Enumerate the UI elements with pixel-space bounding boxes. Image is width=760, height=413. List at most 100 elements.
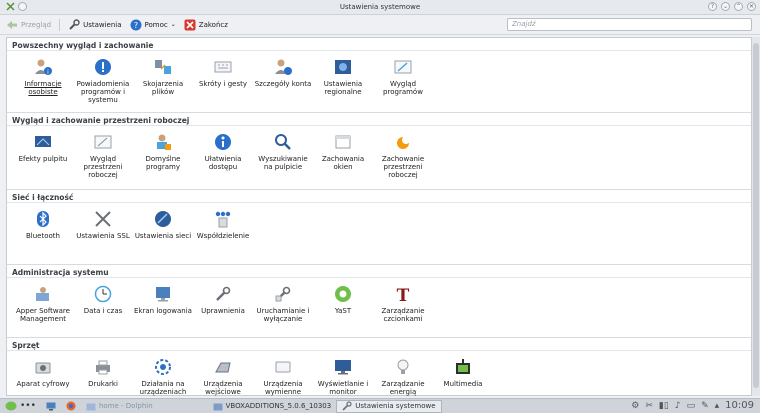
back-button[interactable]: Przegląd <box>6 20 51 30</box>
quit-button[interactable]: Zakończ <box>184 19 228 31</box>
item-multimedia[interactable]: Multimedia <box>433 352 493 388</box>
network-icon[interactable]: ⚙ <box>631 401 639 411</box>
svg-text:?: ? <box>133 21 137 30</box>
help-button[interactable]: ? Pomoc ⌄ <box>130 19 176 31</box>
font-icon: T <box>393 284 413 304</box>
item-digital-camera[interactable]: Aparat cyfrowy <box>13 352 73 388</box>
taskbar: ••• home - Dolphin VBOXADDITIONS_5.0.6_1… <box>0 398 760 413</box>
folder-icon <box>86 403 96 410</box>
item-desktop-effects[interactable]: Efekty pulpitu <box>13 127 73 163</box>
task-label: home - Dolphin <box>98 402 153 410</box>
item-window-behavior[interactable]: Zachowania okien <box>313 127 373 171</box>
item-font-management[interactable]: T Zarządzanie czcionkami <box>373 279 433 323</box>
startup-icon <box>273 284 293 304</box>
firefox-launcher[interactable] <box>61 400 81 413</box>
task-vboxadditions[interactable]: VBOXADDITIONS_5.0.6_10303 <box>208 400 337 413</box>
close-button[interactable]: ✕ <box>747 2 756 11</box>
item-label: Wygląd programów <box>383 80 423 96</box>
user-info-icon: i <box>33 57 53 77</box>
network-globe-icon <box>153 209 173 229</box>
start-menu-button[interactable]: ••• <box>0 400 41 413</box>
item-label: Drukarki <box>88 380 118 388</box>
show-desktop-button[interactable] <box>41 400 61 413</box>
toolbar: Przegląd Ustawienia ? Pomoc ⌄ Zakończ Zn… <box>0 15 760 35</box>
settings-panel: Powszechny wygląd i zachowanie i Informa… <box>6 37 752 396</box>
item-label: Data i czas <box>83 307 123 315</box>
item-device-actions[interactable]: Działania na urządzeniach <box>133 352 193 396</box>
item-regional-settings[interactable]: Ustawienia regionalne <box>313 52 373 96</box>
minimize-button[interactable]: ⌄ <box>721 2 730 11</box>
item-display-monitor[interactable]: Wyświetlanie i monitor <box>313 352 373 396</box>
maximize-button[interactable]: ⌃ <box>734 2 743 11</box>
task-system-settings[interactable]: Ustawienia systemowe <box>336 399 442 413</box>
tray-expand-icon[interactable]: ▴ <box>715 401 720 411</box>
item-label: Zachowanie przestrzeni roboczej <box>381 155 425 179</box>
pen-icon[interactable]: ✎ <box>701 401 709 411</box>
item-label: Uprawnienia <box>201 307 245 315</box>
workspace-theme-icon <box>93 132 113 152</box>
section-title: Sieć i łączność <box>7 190 751 203</box>
item-shortcuts[interactable]: Skróty i gesty <box>193 52 253 88</box>
section-general-appearance: Powszechny wygląd i zachowanie i Informa… <box>7 38 751 113</box>
section-title: Wygląd i zachowanie przestrzeni roboczej <box>7 113 751 126</box>
item-desktop-search[interactable]: Wyszukiwanie na pulpicie <box>253 127 313 171</box>
item-label: Wyświetlanie i monitor <box>317 380 369 396</box>
back-label: Przegląd <box>21 20 52 29</box>
vertical-scrollbar[interactable] <box>752 37 760 396</box>
item-power-management[interactable]: Zarządzanie energią <box>373 352 433 396</box>
item-removable-devices[interactable]: Urządzenia wymienne <box>253 352 313 396</box>
quit-icon <box>184 19 196 30</box>
settings-icon <box>342 401 352 411</box>
task-dolphin[interactable]: home - Dolphin <box>81 400 158 413</box>
item-notifications[interactable]: Powiadomienia programów i systemu <box>73 52 133 104</box>
item-startup-shutdown[interactable]: Uruchamianie i wyłączanie <box>253 279 313 323</box>
help-window-button[interactable]: ? <box>708 2 717 11</box>
multimedia-icon <box>453 357 473 377</box>
item-bluetooth[interactable]: Bluetooth <box>13 204 73 240</box>
configure-button[interactable]: Ustawienia <box>68 18 122 31</box>
quit-label: Zakończ <box>198 20 228 29</box>
device-actions-icon <box>153 357 173 377</box>
item-label: Współdzielenie <box>196 232 250 240</box>
scrollbar-thumb[interactable] <box>753 43 759 388</box>
item-input-devices[interactable]: Urządzenia wejściowe <box>193 352 253 396</box>
default-apps-icon <box>153 132 173 152</box>
search-input[interactable]: Znajdź <box>507 18 752 31</box>
item-permissions[interactable]: Uprawnienia <box>193 279 253 315</box>
item-sharing[interactable]: Współdzielenie <box>193 204 253 240</box>
item-personal-info[interactable]: i Informacje osobiste <box>13 52 73 96</box>
volume-icon[interactable]: ♪ <box>675 401 681 411</box>
clipboard-icon[interactable]: ✂ <box>645 401 653 411</box>
item-account-details[interactable]: Szczegóły konta <box>253 52 313 88</box>
help-label: Pomoc <box>144 20 168 29</box>
item-app-appearance[interactable]: Wygląd programów <box>373 52 433 96</box>
item-workspace-behavior[interactable]: Zachowanie przestrzeni roboczej <box>373 127 433 179</box>
item-file-associations[interactable]: Skojarzenia plików <box>133 52 193 96</box>
item-yast[interactable]: YaST <box>313 279 373 315</box>
removable-device-icon <box>273 357 293 377</box>
account-icon <box>273 57 293 77</box>
package-manager-icon <box>33 284 53 304</box>
notification-icon <box>93 57 113 77</box>
display-icon[interactable]: ▭ <box>687 401 696 411</box>
input-devices-icon <box>213 357 233 377</box>
item-login-screen[interactable]: Ekran logowania <box>133 279 193 315</box>
item-date-time[interactable]: Data i czas <box>73 279 133 315</box>
item-label: Skojarzenia plików <box>142 80 184 96</box>
item-label: Zarządzanie czcionkami <box>381 307 425 323</box>
item-printers[interactable]: Drukarki <box>73 352 133 388</box>
accessibility-icon <box>213 132 233 152</box>
desktop-effects-icon <box>33 132 53 152</box>
sharing-icon <box>213 209 233 229</box>
item-workspace-appearance[interactable]: Wygląd przestrzeni roboczej <box>73 127 133 179</box>
item-accessibility[interactable]: Ułatwienia dostępu <box>193 127 253 171</box>
item-apper[interactable]: Apper Software Management <box>13 279 73 323</box>
clock-icon <box>93 284 113 304</box>
item-label: Wyszukiwanie na pulpicie <box>258 155 308 171</box>
clock[interactable]: 10:09 <box>725 400 754 411</box>
item-label: YaST <box>334 307 352 315</box>
battery-icon[interactable]: ▮▯ <box>659 401 669 411</box>
item-default-apps[interactable]: Domyślne programy <box>133 127 193 171</box>
item-ssl-settings[interactable]: Ustawienia SSL <box>73 204 133 240</box>
item-network-settings[interactable]: Ustawienia sieci <box>133 204 193 240</box>
